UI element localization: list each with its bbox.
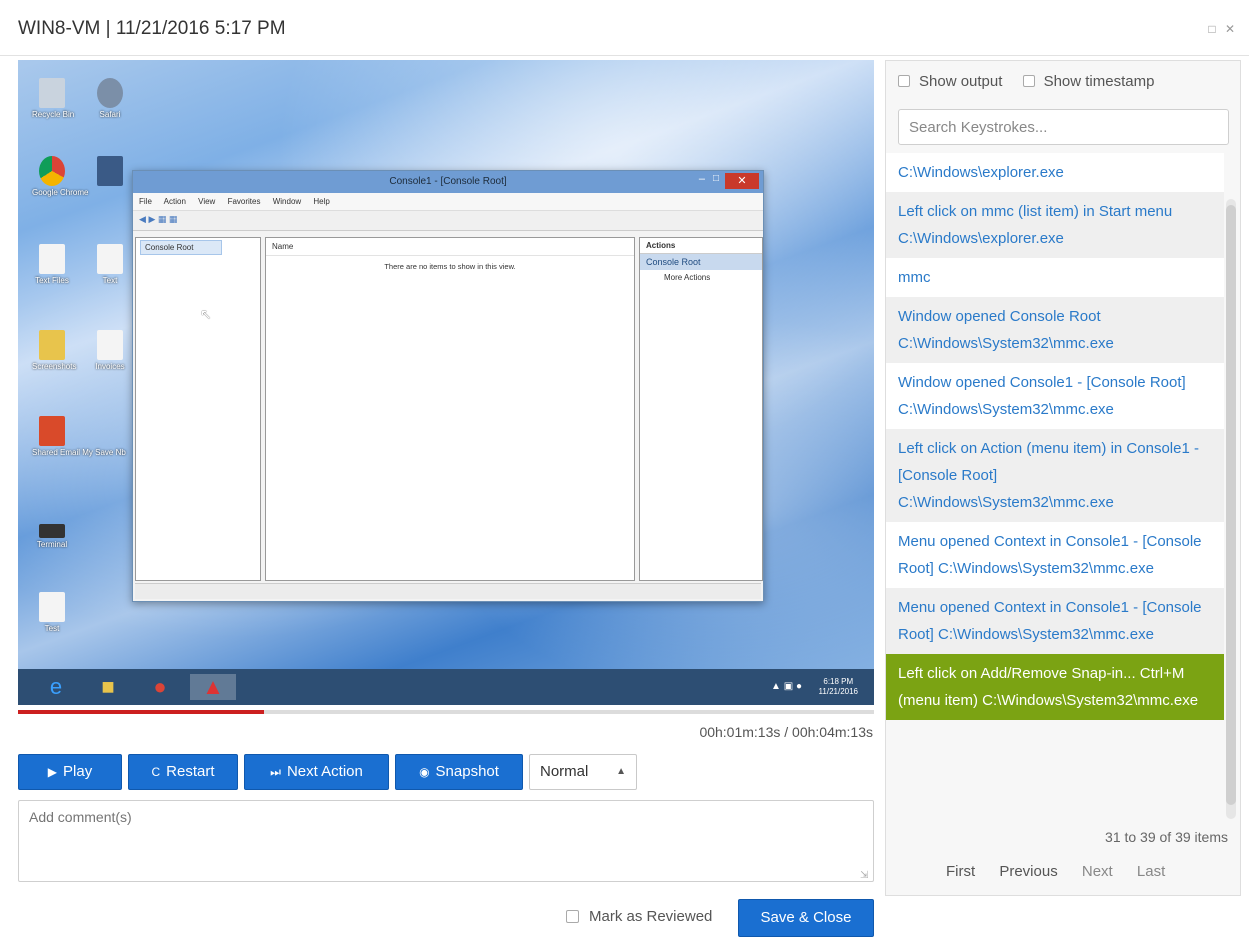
menu-action[interactable]: Action [164, 197, 186, 206]
menu-window[interactable]: Window [273, 197, 301, 206]
toolbar-icon[interactable]: ▦ [158, 214, 167, 224]
terminal-icon: Terminal [32, 516, 72, 556]
mmc-menubar: File Action View Favorites Window Help [133, 193, 763, 211]
pager-previous[interactable]: Previous [999, 863, 1057, 880]
recycle-bin-icon: Recycle Bin [32, 78, 74, 119]
checkbox-icon[interactable] [1022, 75, 1035, 87]
document-icon: Text [90, 244, 130, 285]
actions-header: Actions [640, 238, 762, 254]
back-icon[interactable]: ◀ [139, 214, 146, 224]
menu-file[interactable]: File [139, 197, 152, 206]
snapshot-button[interactable]: ◉ Snapshot [395, 754, 523, 790]
taskbar: e ■ ● ▲ ▲ ▣ ● 6:18 PM 11/21/2016 [18, 669, 874, 705]
keystroke-list: C:\Windows\explorer.exe Left click on mm… [886, 153, 1224, 819]
play-button[interactable]: ▶ Play [18, 754, 122, 790]
minimize-icon[interactable]: – [699, 173, 705, 185]
empty-message: There are no items to show in this view. [384, 262, 516, 271]
chrome-icon: Google Chrome [32, 156, 88, 197]
network-icon [90, 156, 130, 196]
file-explorer-icon[interactable]: ■ [94, 674, 122, 700]
list-item[interactable]: mmc [886, 258, 1224, 297]
tray-icons[interactable]: ▲ ▣ ● [771, 681, 802, 692]
list-item[interactable]: Left click on Action (menu item) in Cons… [886, 429, 1224, 522]
pager-first[interactable]: First [946, 863, 975, 880]
camera-icon: ◉ [419, 765, 430, 779]
restart-icon: C [151, 765, 161, 779]
list-item[interactable]: Menu opened Context in Console1 - [Conso… [886, 522, 1224, 588]
toolbar-icon[interactable]: ▦ [169, 214, 178, 224]
comment-input[interactable] [18, 800, 874, 882]
forward-icon[interactable]: ▶ [148, 214, 155, 224]
mmc-window[interactable]: Console1 - [Console Root] – □ ✕ File Act… [132, 170, 764, 602]
taskbar-clock: 6:18 PM 11/21/2016 [818, 677, 858, 696]
step-forward-icon: ⏭ [270, 765, 281, 779]
mmc-toolbar: ◀ ▶ ▦ ▦ [133, 211, 763, 231]
menu-favorites[interactable]: Favorites [228, 197, 261, 206]
menu-help[interactable]: Help [313, 197, 329, 206]
mark-reviewed-checkbox[interactable]: Mark as Reviewed [566, 908, 712, 925]
time-readout: 00h:01m:13s / 00h:04m:13s [699, 724, 873, 740]
folder-icon: Screenshots [32, 330, 76, 371]
search-keystrokes-input[interactable] [898, 109, 1229, 145]
save-close-button[interactable]: Save & Close [738, 899, 874, 937]
keystroke-panel: Show output Show timestamp C:\Windows\ex… [885, 60, 1241, 896]
pager-next[interactable]: Next [1082, 863, 1113, 880]
progress-fill [18, 710, 264, 714]
more-actions[interactable]: More Actions [640, 270, 762, 285]
show-output-checkbox[interactable]: Show output [898, 73, 1002, 90]
maximize-icon[interactable]: □ [713, 173, 719, 184]
actions-pane: Actions Console Root More Actions [639, 237, 763, 581]
checkbox-icon[interactable] [566, 910, 579, 923]
scrollbar-thumb[interactable] [1226, 205, 1236, 805]
office-icon: Shared Email My Save Nb [32, 416, 126, 457]
speed-select[interactable]: Normal▲▼ [529, 754, 637, 811]
mmc-statusbar [135, 583, 761, 599]
playback-progress[interactable] [18, 710, 874, 714]
pager-last[interactable]: Last [1137, 863, 1165, 880]
document-icon: Invoices [90, 330, 130, 371]
menu-view[interactable]: View [198, 197, 215, 206]
close-icon[interactable]: ✕ [1225, 22, 1235, 36]
list-pane: Name There are no items to show in this … [265, 237, 635, 581]
pager-info: 31 to 39 of 39 items [1105, 829, 1228, 845]
play-icon: ▶ [47, 765, 58, 779]
ie-icon[interactable]: e [42, 674, 70, 700]
pagination: First Previous Next Last [946, 863, 1185, 880]
chrome-icon[interactable]: ● [146, 674, 174, 700]
mouse-cursor-icon: ↖ [200, 306, 212, 322]
mmc-title: Console1 - [Console Root] [389, 176, 507, 187]
tree-pane: Console Root [135, 237, 261, 581]
next-action-button[interactable]: ⏭ Next Action [244, 754, 389, 790]
checkbox-icon[interactable] [898, 75, 910, 87]
list-item-selected[interactable]: Left click on Add/Remove Snap-in... Ctrl… [886, 654, 1224, 720]
close-icon[interactable]: ✕ [725, 173, 759, 189]
mmc-titlebar[interactable]: Console1 - [Console Root] – □ ✕ [133, 171, 763, 193]
vm-screen[interactable]: Recycle Bin Safari Google Chrome Text Fi… [18, 60, 874, 705]
restart-button[interactable]: C Restart [128, 754, 238, 790]
show-timestamp-checkbox[interactable]: Show timestamp [1022, 73, 1154, 90]
document-icon: Test [32, 592, 72, 633]
dialog-header: WIN8-VM | 11/21/2016 5:17 PM □ ✕ [0, 0, 1249, 56]
list-item[interactable]: C:\Windows\explorer.exe [886, 153, 1224, 192]
list-item[interactable]: Window opened Console1 - [Console Root] … [886, 363, 1224, 429]
list-item[interactable]: Window opened Console Root C:\Windows\Sy… [886, 297, 1224, 363]
list-scrollbar[interactable] [1226, 199, 1236, 819]
tree-item-console-root[interactable]: Console Root [140, 240, 222, 255]
mmc-taskbar-icon[interactable]: ▲ [190, 674, 236, 700]
safari-icon: Safari [90, 78, 130, 119]
column-header-name[interactable]: Name [266, 238, 634, 256]
resize-handle-icon[interactable]: ⇲ [860, 870, 868, 881]
list-item[interactable]: Left click on mmc (list item) in Start m… [886, 192, 1224, 258]
document-icon: Text Files [32, 244, 72, 285]
list-item[interactable]: Menu opened Context in Console1 - [Conso… [886, 588, 1224, 654]
page-title: WIN8-VM | 11/21/2016 5:17 PM [18, 18, 286, 39]
maximize-icon[interactable]: □ [1208, 22, 1215, 36]
actions-console-root[interactable]: Console Root [640, 254, 762, 270]
